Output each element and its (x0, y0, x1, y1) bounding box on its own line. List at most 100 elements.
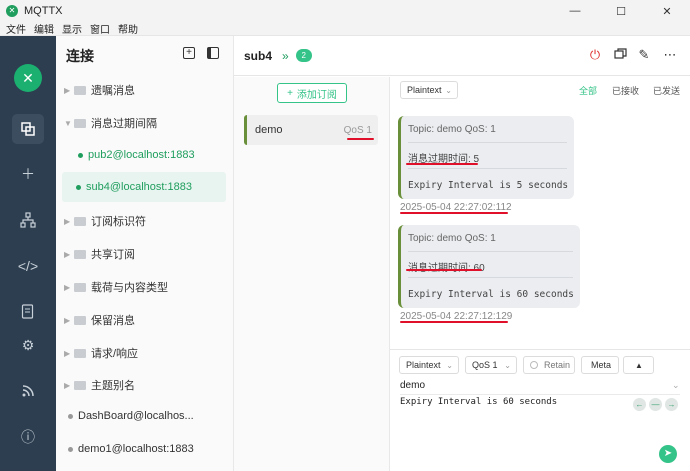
more-options-icon[interactable]: ⋯ (663, 48, 677, 62)
chevron-down-icon: ⌄ (446, 360, 453, 370)
chevron-down-icon: ⌄ (445, 85, 452, 95)
annotation-underline (400, 212, 508, 214)
connections-panel: 连接 + ▶ 遗嘱消息 ▼ 消息过期间隔 pub2@localhost:1883… (56, 36, 234, 471)
expand-publish-button[interactable]: ▲ (623, 356, 654, 374)
offline-status-icon (68, 413, 73, 419)
message-bubble[interactable]: Topic: demo QoS: 1 消息过期时间: 5 Expiry Inte… (398, 116, 574, 199)
annotation-underline (406, 269, 482, 271)
topology-icon[interactable] (12, 205, 44, 235)
connection-sub4[interactable]: sub4@localhost:1883 (62, 172, 226, 202)
chevron-down-icon: ⌄ (504, 360, 511, 370)
message-payload: Expiry Interval is 60 seconds (408, 289, 574, 300)
folder-icon (74, 380, 86, 390)
folder-open-icon (74, 118, 86, 128)
message-meta: Topic: demo QoS: 1 (408, 233, 496, 244)
subscription-count-badge: 2 (295, 49, 312, 62)
subscription-item[interactable]: demo QoS 1 (244, 115, 378, 145)
connections-icon[interactable] (12, 114, 44, 144)
subscription-qos: QoS 1 (343, 124, 372, 136)
folder-retained-message[interactable]: ▶ 保留消息 (64, 309, 226, 331)
history-next-icon[interactable]: → (665, 398, 678, 411)
connection-name: sub4 (244, 48, 273, 63)
subscriptions-panel: + 添加订阅 demo QoS 1 (234, 77, 390, 471)
connection-demo1[interactable]: demo1@localhost:1883 (64, 438, 226, 460)
menu-file[interactable]: 文件 (6, 21, 26, 36)
caret-right-icon: ▶ (64, 315, 71, 325)
new-connection-icon[interactable]: ＋ (12, 159, 44, 189)
payload-format-select[interactable]: Plaintext ⌄ (400, 81, 458, 99)
settings-gear-icon[interactable]: ⚙ (12, 330, 44, 360)
caret-right-icon: ▶ (64, 249, 71, 259)
retain-toggle[interactable]: Retain (523, 356, 575, 374)
message-payload: Expiry Interval is 5 seconds (408, 180, 569, 191)
publish-panel: Plaintext ⌄ QoS 1 ⌄ Retain Meta ▲ demo ⌄… (390, 349, 690, 471)
left-navbar: ✕ ＋ </> ⚙ ⓘ (0, 36, 56, 471)
subscription-topic: demo (255, 124, 283, 136)
new-group-icon[interactable]: + (183, 47, 195, 59)
edit-pencil-icon[interactable]: ✎ (637, 48, 651, 62)
about-info-icon[interactable]: ⓘ (12, 422, 44, 452)
meta-button[interactable]: Meta (581, 356, 619, 374)
toggle-sidebar-icon[interactable] (207, 47, 219, 59)
log-icon[interactable] (12, 297, 44, 327)
connections-title: 连接 (66, 48, 94, 64)
offline-status-icon (68, 446, 73, 452)
maximize-button[interactable]: ☐ (598, 0, 644, 22)
radio-icon (530, 361, 538, 369)
folder-icon (74, 85, 86, 95)
message-meta: Topic: demo QoS: 1 (408, 124, 496, 135)
caret-right-icon: ▶ (64, 216, 71, 226)
folder-request-response[interactable]: ▶ 请求/响应 (64, 342, 226, 364)
menu-view[interactable]: 显示 (62, 21, 82, 36)
folder-shared-subscription[interactable]: ▶ 共享订阅 (64, 243, 226, 265)
menu-window[interactable]: 窗口 (90, 21, 110, 36)
folder-icon (74, 282, 86, 292)
connection-dashboard[interactable]: DashBoard@localhos... (64, 405, 226, 427)
caret-right-icon: ▶ (64, 348, 71, 358)
window-title: MQTTX (24, 5, 63, 17)
publish-format-select[interactable]: Plaintext ⌄ (399, 356, 459, 374)
message-bubble[interactable]: Topic: demo QoS: 1 消息过期时间: 60 Expiry Int… (398, 225, 580, 308)
folder-payload-content-type[interactable]: ▶ 载荷与内容类型 (64, 276, 226, 298)
folder-icon (74, 216, 86, 226)
message-list: Plaintext ⌄ 全部 已接收 已发送 Topic: demo QoS: … (390, 77, 690, 349)
online-status-icon (76, 184, 81, 190)
folder-topic-alias[interactable]: ▶ 主题别名 (64, 374, 226, 396)
divider (408, 277, 573, 278)
annotation-underline (406, 163, 478, 165)
publish-qos-select[interactable]: QoS 1 ⌄ (465, 356, 517, 374)
script-code-icon[interactable]: </> (12, 251, 44, 281)
folder-icon (74, 249, 86, 259)
folder-will-message[interactable]: ▶ 遗嘱消息 (64, 79, 226, 101)
divider (408, 168, 567, 169)
disconnect-power-icon[interactable]: ⏻ (588, 48, 602, 62)
rss-feed-icon[interactable] (12, 376, 44, 406)
publish-topic-input[interactable]: demo (400, 380, 425, 391)
folder-subscription-identifier[interactable]: ▶ 订阅标识符 (64, 210, 226, 232)
caret-right-icon: ▶ (64, 380, 71, 390)
folder-icon (74, 315, 86, 325)
filter-all-tab[interactable]: 全部 (579, 84, 597, 97)
caret-up-icon: ▲ (635, 360, 643, 370)
filter-sent-tab[interactable]: 已发送 (653, 84, 680, 97)
menu-help[interactable]: 帮助 (118, 21, 138, 36)
caret-right-icon: ▶ (64, 85, 71, 95)
filter-received-tab[interactable]: 已接收 (612, 84, 639, 97)
add-subscription-button[interactable]: + 添加订阅 (277, 83, 347, 103)
mqttx-logo-icon: ✕ (14, 64, 42, 92)
send-message-button[interactable]: ➤ (659, 445, 677, 463)
minimize-button[interactable]: — (552, 0, 598, 22)
menu-edit[interactable]: 编辑 (34, 21, 54, 36)
plus-icon: + (287, 87, 293, 99)
history-reset-icon[interactable]: — (649, 398, 662, 411)
connection-pub2[interactable]: pub2@localhost:1883 (64, 144, 226, 166)
close-button[interactable]: ✕ (644, 0, 690, 22)
new-window-icon[interactable] (613, 48, 627, 62)
collapse-chevron-icon[interactable]: » (282, 49, 289, 63)
chevron-down-icon: ⌄ (672, 380, 680, 390)
folder-message-expiry[interactable]: ▼ 消息过期间隔 (64, 112, 226, 134)
history-prev-icon[interactable]: ← (633, 398, 646, 411)
annotation-underline (400, 321, 508, 323)
publish-payload-editor[interactable]: Expiry Interval is 60 seconds (400, 397, 557, 407)
caret-down-icon: ▼ (64, 118, 72, 128)
